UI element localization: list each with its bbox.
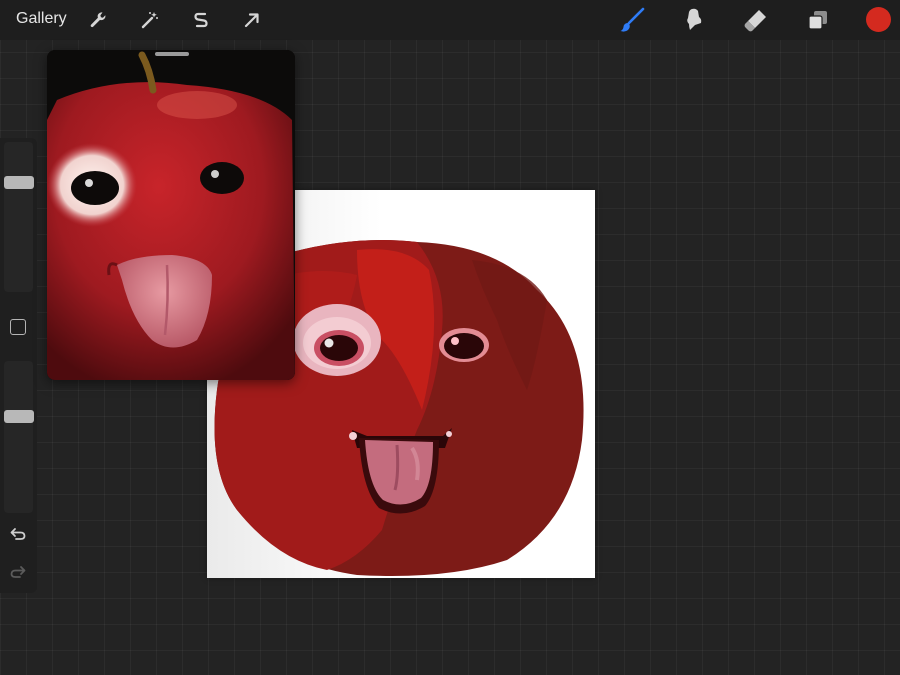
opacity-thumb[interactable] xyxy=(4,410,34,423)
eraser-button[interactable] xyxy=(742,6,770,34)
undo-button[interactable] xyxy=(9,526,27,547)
top-toolbar: Gallery xyxy=(0,0,900,40)
layers-button[interactable] xyxy=(804,6,832,34)
left-sidebar xyxy=(0,138,37,593)
actions-button[interactable] xyxy=(84,6,112,34)
brush-button[interactable] xyxy=(618,6,646,34)
smudge-button[interactable] xyxy=(680,6,708,34)
color-picker-button[interactable] xyxy=(866,7,891,32)
smudge-icon xyxy=(687,8,702,30)
layers-icon xyxy=(808,11,827,30)
brush-size-slider[interactable] xyxy=(4,142,34,292)
magic-wand-icon xyxy=(141,12,158,29)
opacity-slider[interactable] xyxy=(4,361,34,513)
reference-image-panel[interactable] xyxy=(47,50,295,380)
selection-button[interactable] xyxy=(187,6,215,34)
undo-icon xyxy=(10,528,26,540)
gallery-button[interactable]: Gallery xyxy=(16,10,67,28)
brush-icon xyxy=(620,7,645,32)
adjustments-button[interactable] xyxy=(136,6,164,34)
wrench-icon xyxy=(90,12,106,28)
reference-apple-photo xyxy=(47,50,295,380)
brush-size-thumb[interactable] xyxy=(4,176,34,189)
eraser-icon xyxy=(744,10,766,32)
redo-icon xyxy=(10,566,26,578)
redo-button[interactable] xyxy=(9,564,27,585)
selection-s-icon xyxy=(194,12,208,28)
transform-button[interactable] xyxy=(238,6,266,34)
reference-drag-handle[interactable] xyxy=(155,52,189,56)
modify-button[interactable] xyxy=(10,319,26,335)
transform-arrow-icon xyxy=(244,13,259,28)
